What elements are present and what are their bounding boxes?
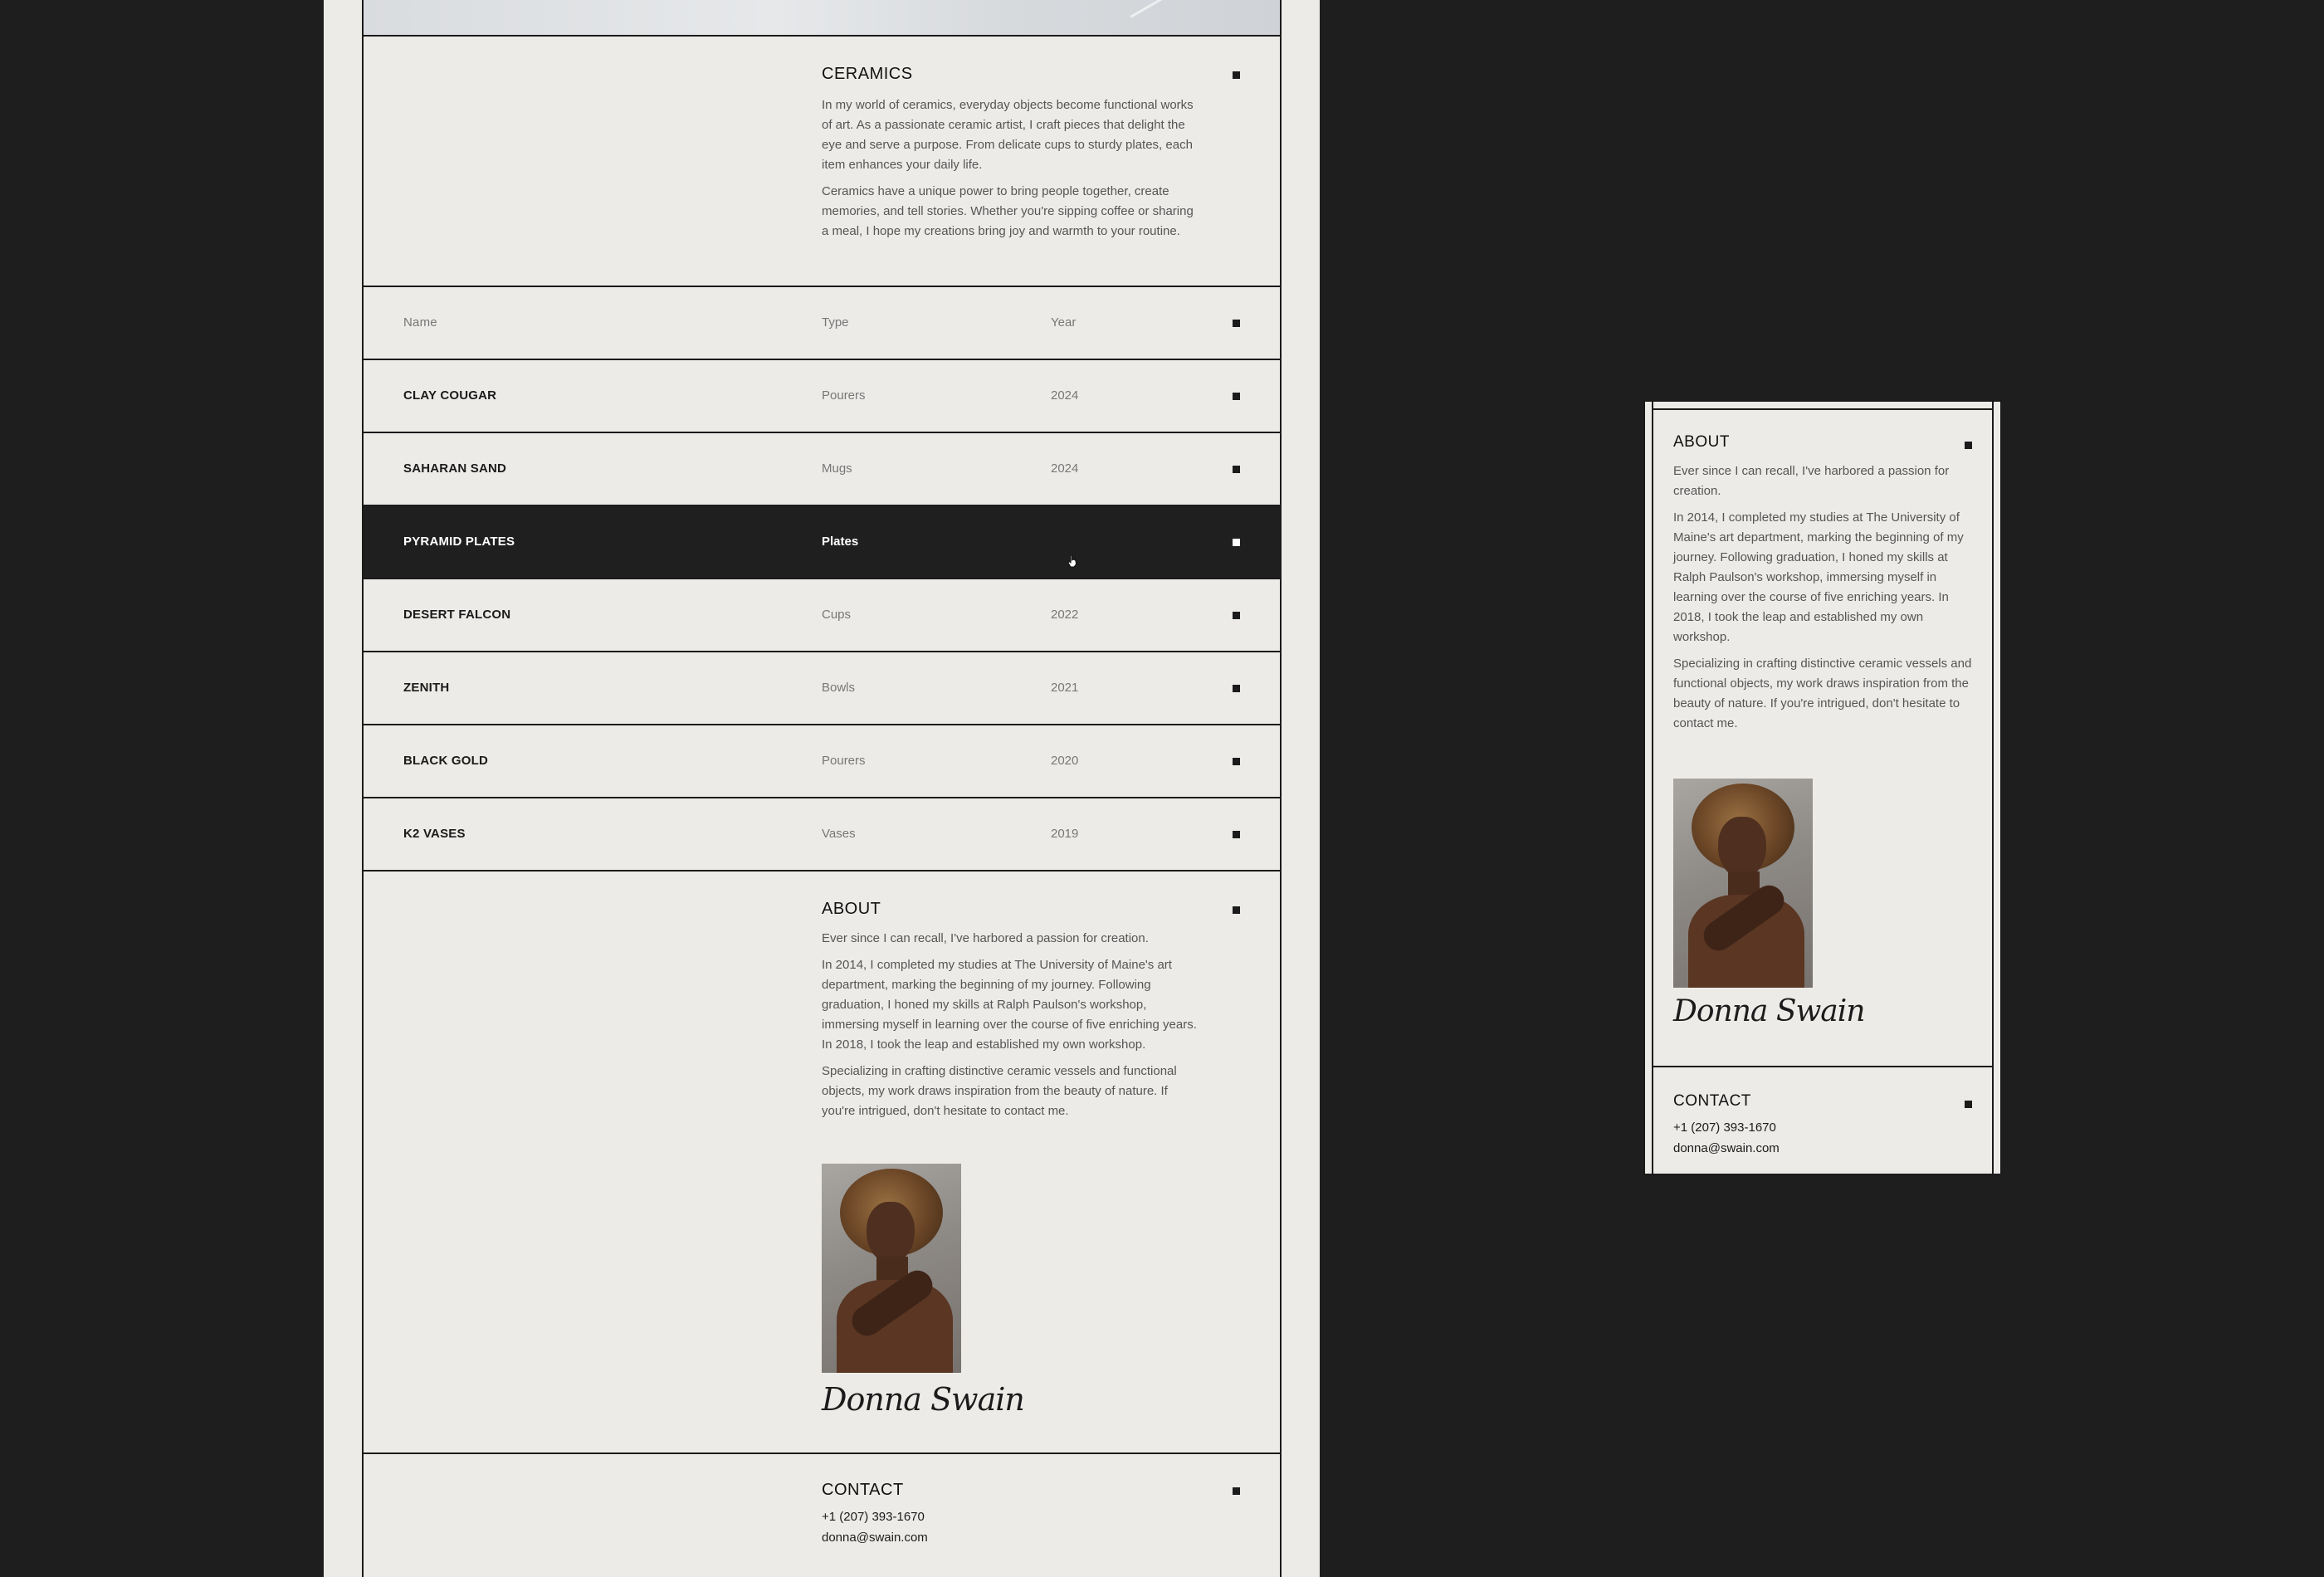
- hero-image: [364, 0, 1280, 37]
- row-type: Plates: [822, 535, 859, 549]
- portrait-face: [1718, 817, 1766, 878]
- row-year: 2022: [1051, 608, 1079, 622]
- table-row[interactable]: SAHARAN SAND Mugs 2024: [364, 433, 1280, 506]
- mobile-artist-portrait: [1673, 779, 1813, 988]
- row-type: Bowls: [822, 681, 856, 695]
- row-year: 2020: [1051, 754, 1079, 768]
- row-year: 2021: [1051, 681, 1079, 695]
- ceramics-section: CERAMICS In my world of ceramics, everyd…: [364, 37, 1280, 287]
- square-bullet-icon: [1233, 612, 1240, 619]
- square-bullet-icon: [1233, 539, 1240, 546]
- row-type: Cups: [822, 608, 852, 622]
- row-year: 2024: [1051, 461, 1079, 476]
- mobile-artist-signature: Donna Swain: [1673, 994, 1865, 1028]
- square-bullet-icon: [1233, 393, 1240, 400]
- table-row[interactable]: BLACK GOLD Pourers 2020: [364, 725, 1280, 798]
- about-section: ABOUT Ever since I can recall, I've harb…: [364, 872, 1280, 1454]
- about-text: ABOUT Ever since I can recall, I've harb…: [822, 900, 1204, 1121]
- mobile-contact-email-link[interactable]: donna@swain.com: [1673, 1141, 1972, 1155]
- square-bullet-icon: [1965, 442, 1972, 449]
- header-name: Name: [403, 315, 437, 330]
- ceramics-paragraph-1: In my world of ceramics, everyday object…: [822, 98, 1194, 172]
- mobile-about-paragraph-1: Ever since I can recall, I've harbored a…: [1673, 464, 1950, 498]
- square-bullet-icon: [1233, 906, 1240, 914]
- row-name: SAHARAN SAND: [403, 461, 507, 476]
- table-row-highlighted[interactable]: PYRAMID PLATES Plates: [364, 506, 1280, 579]
- row-type: Mugs: [822, 461, 852, 476]
- header-type: Type: [822, 315, 849, 330]
- portrait-face: [867, 1202, 915, 1263]
- row-name: PYRAMID PLATES: [403, 535, 515, 549]
- square-bullet-icon: [1233, 466, 1240, 473]
- row-name: K2 VASES: [403, 827, 466, 841]
- square-bullet-icon: [1965, 1101, 1972, 1108]
- table-row[interactable]: DESERT FALCON Cups 2022: [364, 579, 1280, 652]
- contact-text: CONTACT +1 (207) 393-1670 donna@swain.co…: [822, 1481, 1204, 1545]
- hand-pointer-icon: [1067, 554, 1077, 568]
- about-title: ABOUT: [822, 900, 881, 918]
- row-name: DESERT FALCON: [403, 608, 511, 622]
- mobile-about-title: ABOUT: [1673, 433, 1730, 451]
- artist-portrait: [822, 1164, 961, 1373]
- square-bullet-icon: [1233, 320, 1240, 327]
- square-bullet-icon: [1233, 685, 1240, 692]
- about-paragraph-2: In 2014, I completed my studies at The U…: [822, 958, 1197, 1052]
- artist-signature: Donna Swain: [822, 1381, 1025, 1418]
- square-bullet-icon: [1233, 758, 1240, 765]
- about-paragraph-1: Ever since I can recall, I've harbored a…: [822, 931, 1149, 945]
- ceramics-title: CERAMICS: [822, 65, 913, 83]
- row-year: 2019: [1051, 827, 1079, 841]
- content-frame: CERAMICS In my world of ceramics, everyd…: [362, 0, 1282, 1577]
- header-year: Year: [1051, 315, 1077, 330]
- mobile-about-text: ABOUT Ever since I can recall, I've harb…: [1673, 433, 1972, 734]
- square-bullet-icon: [1233, 1487, 1240, 1495]
- table-header-row: Name Type Year: [364, 287, 1280, 360]
- row-type: Pourers: [822, 388, 866, 403]
- table-row[interactable]: CLAY COUGAR Pourers 2024: [364, 360, 1280, 433]
- about-paragraph-3: Specializing in crafting distinctive cer…: [822, 1064, 1177, 1118]
- ceramics-paragraph-2: Ceramics have a unique power to bring pe…: [822, 184, 1194, 238]
- row-year: 2024: [1051, 388, 1079, 403]
- row-name: BLACK GOLD: [403, 754, 488, 768]
- contact-section: CONTACT +1 (207) 393-1670 donna@swain.co…: [364, 1454, 1280, 1577]
- table-row[interactable]: ZENITH Bowls 2021: [364, 652, 1280, 725]
- row-type: Pourers: [822, 754, 866, 768]
- row-name: CLAY COUGAR: [403, 388, 497, 403]
- mobile-preview: ABOUT Ever since I can recall, I've harb…: [1643, 400, 2002, 1175]
- mobile-contact-title: CONTACT: [1673, 1092, 1751, 1110]
- contact-phone-link[interactable]: +1 (207) 393-1670: [822, 1510, 1204, 1524]
- mobile-content-frame: ABOUT Ever since I can recall, I've harb…: [1652, 402, 1994, 1174]
- hero-image-detail: [1130, 0, 1174, 18]
- row-name: ZENITH: [403, 681, 450, 695]
- mobile-divider: [1653, 408, 1994, 410]
- row-type: Vases: [822, 827, 856, 841]
- ceramics-text: CERAMICS In my world of ceramics, everyd…: [822, 65, 1204, 242]
- mobile-about-paragraph-3: Specializing in crafting distinctive cer…: [1673, 657, 1972, 730]
- mobile-divider: [1653, 1066, 1994, 1067]
- mobile-contact-text: CONTACT +1 (207) 393-1670 donna@swain.co…: [1673, 1092, 1972, 1155]
- contact-title: CONTACT: [822, 1481, 904, 1499]
- mobile-about-paragraph-2: In 2014, I completed my studies at The U…: [1673, 510, 1964, 644]
- mobile-contact-phone-link[interactable]: +1 (207) 393-1670: [1673, 1120, 1972, 1135]
- desktop-page: CERAMICS In my world of ceramics, everyd…: [324, 0, 1320, 1577]
- square-bullet-icon: [1233, 831, 1240, 838]
- contact-email-link[interactable]: donna@swain.com: [822, 1531, 1204, 1545]
- table-row[interactable]: K2 VASES Vases 2019: [364, 798, 1280, 872]
- square-bullet-icon: [1233, 71, 1240, 79]
